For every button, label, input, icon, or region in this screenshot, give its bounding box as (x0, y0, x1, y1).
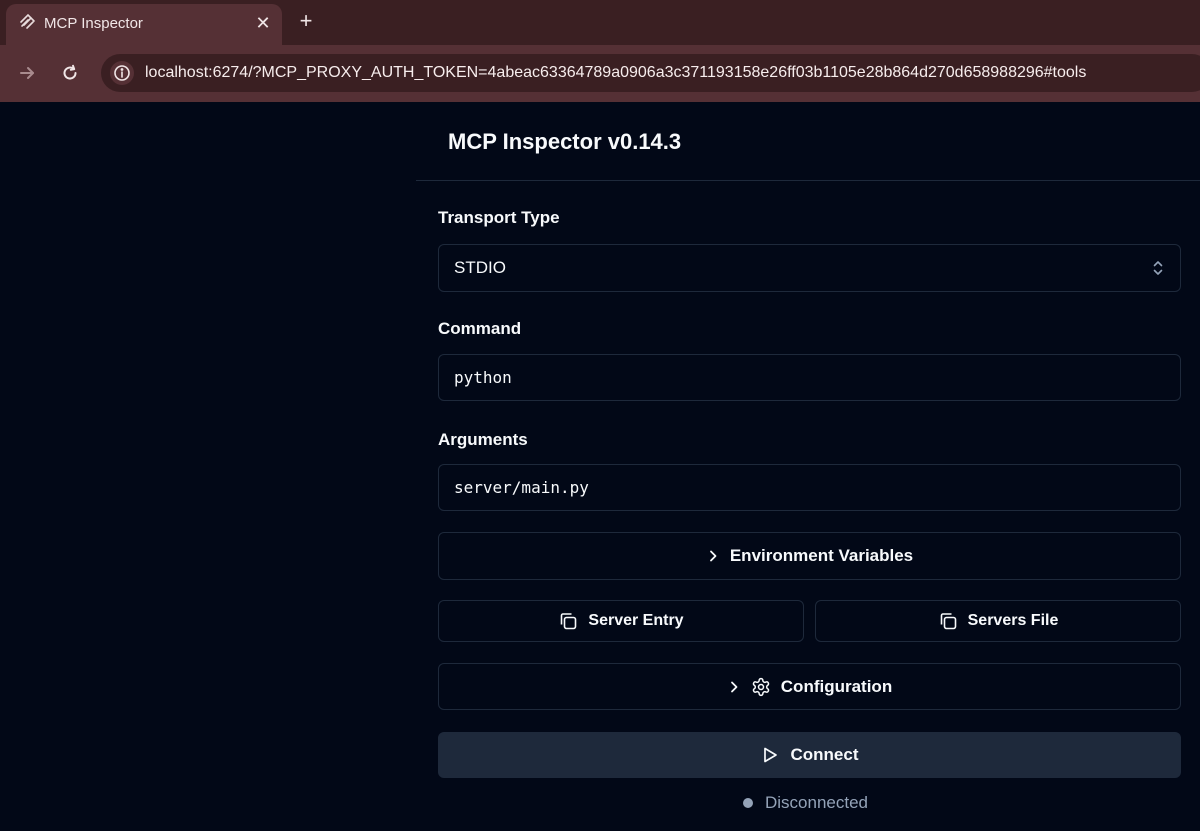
browser-tab[interactable]: MCP Inspector ✕ (6, 4, 282, 45)
transport-type-select[interactable]: STDIO (438, 244, 1181, 292)
status-text: Disconnected (765, 793, 869, 812)
mcp-logo-icon (18, 13, 38, 33)
browser-tabstrip: MCP Inspector ✕ + (0, 0, 1200, 45)
info-icon[interactable] (110, 61, 134, 85)
servers-file-label: Servers File (967, 612, 1059, 629)
arguments-value: server/main.py (454, 478, 589, 497)
page-title: MCP Inspector v0.14.3 (448, 129, 682, 154)
arguments-input[interactable]: server/main.py (438, 464, 1181, 511)
url-text: localhost:6274/?MCP_PROXY_AUTH_TOKEN=4ab… (145, 64, 1087, 81)
servers-file-button[interactable]: Servers File (815, 600, 1181, 642)
environment-variables-button[interactable]: Environment Variables (438, 532, 1181, 580)
configuration-label: Configuration (780, 676, 893, 696)
play-icon (763, 747, 777, 763)
inspector-sidebar: MCP Inspector v0.14.3 Transport Type STD… (0, 102, 1200, 831)
transport-type-label: Transport Type (438, 208, 560, 227)
transport-type-value: STDIO (454, 258, 506, 277)
chevron-right-icon (709, 550, 717, 562)
copy-icon (561, 613, 577, 630)
command-input[interactable]: python (438, 354, 1181, 401)
browser-toolbar: localhost:6274/?MCP_PROXY_AUTH_TOKEN=4ab… (0, 45, 1200, 102)
arguments-label: Arguments (438, 430, 528, 449)
gear-icon (752, 677, 770, 696)
reload-icon[interactable] (57, 60, 83, 86)
configuration-button[interactable]: Configuration (438, 663, 1181, 710)
plus-icon[interactable]: + (294, 9, 318, 33)
close-icon[interactable]: ✕ (253, 13, 273, 33)
server-entry-button[interactable]: Server Entry (438, 600, 804, 642)
address-bar[interactable]: localhost:6274/?MCP_PROXY_AUTH_TOKEN=4ab… (101, 54, 1200, 92)
chevron-right-icon (730, 681, 738, 692)
environment-variables-label: Environment Variables (729, 546, 914, 565)
arrow-right-icon[interactable] (14, 60, 40, 86)
copy-icon (940, 613, 956, 630)
command-label: Command (438, 319, 522, 338)
command-value: python (454, 368, 512, 387)
connect-button[interactable]: Connect (438, 732, 1181, 778)
tab-title: MCP Inspector (44, 15, 143, 32)
server-entry-label: Server Entry (588, 612, 684, 629)
chevrons-up-down-icon (1150, 259, 1166, 277)
connection-status: Disconnected (743, 793, 868, 813)
connect-label: Connect (790, 745, 859, 764)
header-divider (416, 180, 1200, 181)
status-dot (743, 798, 753, 808)
